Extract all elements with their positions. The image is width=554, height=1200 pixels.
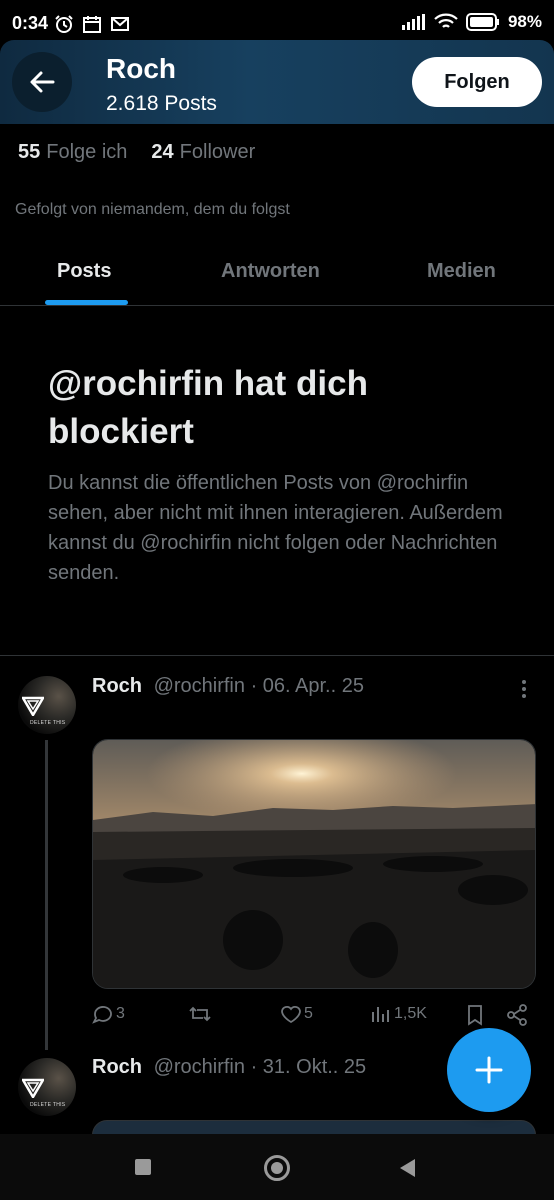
repost-icon xyxy=(189,1006,211,1022)
following-count: 55 xyxy=(18,141,41,163)
following-stat[interactable]: 55 Folge ich xyxy=(18,141,127,164)
status-icons-right: 98% xyxy=(401,12,542,32)
system-nav-bar xyxy=(0,1134,554,1200)
profile-tabs: Posts Antworten Medien xyxy=(0,240,554,306)
like-button[interactable]: 5 xyxy=(280,1004,313,1024)
triangle-logo-icon xyxy=(22,696,44,716)
blocked-notice: @rochirfin hat dich blockiert Du kannst … xyxy=(48,360,518,588)
follow-button[interactable]: Folgen xyxy=(412,57,542,107)
avatar-caption: DELETE THIS xyxy=(30,720,66,726)
tab-replies[interactable]: Antworten xyxy=(221,260,320,283)
mail-icon xyxy=(111,17,129,31)
post-author-name[interactable]: Roch xyxy=(92,1056,142,1078)
alarm-icon xyxy=(55,15,73,33)
plus-icon xyxy=(475,1056,503,1084)
post-header: Roch @rochirfin · 06. Apr.. 25 xyxy=(92,675,364,698)
heart-icon xyxy=(281,1006,301,1024)
post-author-name[interactable]: Roch xyxy=(92,675,142,697)
post-header: Roch @rochirfin · 31. Okt.. 25 xyxy=(92,1056,366,1079)
active-tab-indicator xyxy=(45,300,128,305)
post-actions: 3 5 1,5K xyxy=(92,1004,536,1030)
divider xyxy=(0,655,554,656)
avatar[interactable]: DELETE THIS xyxy=(18,1058,76,1116)
views-button[interactable]: 1,5K xyxy=(370,1004,427,1024)
reply-count: 3 xyxy=(116,1005,125,1022)
triangle-logo-icon xyxy=(22,1078,44,1098)
following-label: Folge ich xyxy=(46,141,128,163)
blocked-body: Du kannst die öffentlichen Posts von @ro… xyxy=(48,472,503,584)
avatar-caption: DELETE THIS xyxy=(30,1102,66,1108)
post-author-handle[interactable]: @rochirfin xyxy=(154,1056,245,1078)
sunset-photo xyxy=(93,740,535,988)
blocked-title: @rochirfin hat dich blockiert xyxy=(48,364,368,451)
views-count: 1,5K xyxy=(394,1005,427,1022)
calendar-icon xyxy=(83,16,101,33)
post-date[interactable]: · 31. Okt.. 25 xyxy=(251,1056,367,1078)
reply-button[interactable]: 3 xyxy=(92,1004,125,1024)
followers-count: 24 xyxy=(151,141,174,163)
avatar[interactable]: DELETE THIS xyxy=(18,676,76,734)
repost-button[interactable] xyxy=(188,1004,214,1024)
posts-count: 2.618 Posts xyxy=(106,92,217,115)
bookmark-icon[interactable] xyxy=(466,1004,484,1026)
followers-stat[interactable]: 24 Follower xyxy=(151,141,255,164)
compose-button[interactable] xyxy=(447,1028,531,1112)
followed-by-text: Gefolgt von niemandem, dem du folgst xyxy=(15,201,290,218)
battery-icon xyxy=(465,13,499,31)
tab-media[interactable]: Medien xyxy=(427,260,496,283)
back-button[interactable] xyxy=(12,52,72,112)
arrow-left-icon xyxy=(30,71,55,93)
tab-posts[interactable]: Posts xyxy=(57,260,111,283)
more-options-icon[interactable] xyxy=(518,678,530,700)
back-triangle-icon[interactable] xyxy=(400,1159,415,1177)
followers-label: Follower xyxy=(179,141,256,163)
post-date[interactable]: · 06. Apr.. 25 xyxy=(251,675,364,697)
share-icon[interactable] xyxy=(506,1004,528,1026)
post-author-handle[interactable]: @rochirfin xyxy=(154,675,245,697)
recents-icon[interactable] xyxy=(135,1159,151,1175)
home-icon[interactable] xyxy=(264,1155,290,1181)
reply-icon xyxy=(92,1006,112,1024)
thread-line xyxy=(45,740,48,1050)
signal-icon xyxy=(401,14,425,30)
battery-level: 98% xyxy=(507,12,542,31)
views-chart-icon xyxy=(372,1007,389,1022)
profile-header: Roch 2.618 Posts Folgen xyxy=(0,40,554,124)
status-time: 0:34 xyxy=(12,13,49,33)
wifi-icon xyxy=(434,13,458,28)
post-image[interactable] xyxy=(92,739,536,989)
profile-stats: 55 Folge ich 24 Follower xyxy=(18,141,255,164)
status-icons-left xyxy=(54,14,130,34)
like-count: 5 xyxy=(304,1005,313,1022)
profile-name: Roch xyxy=(106,53,176,84)
